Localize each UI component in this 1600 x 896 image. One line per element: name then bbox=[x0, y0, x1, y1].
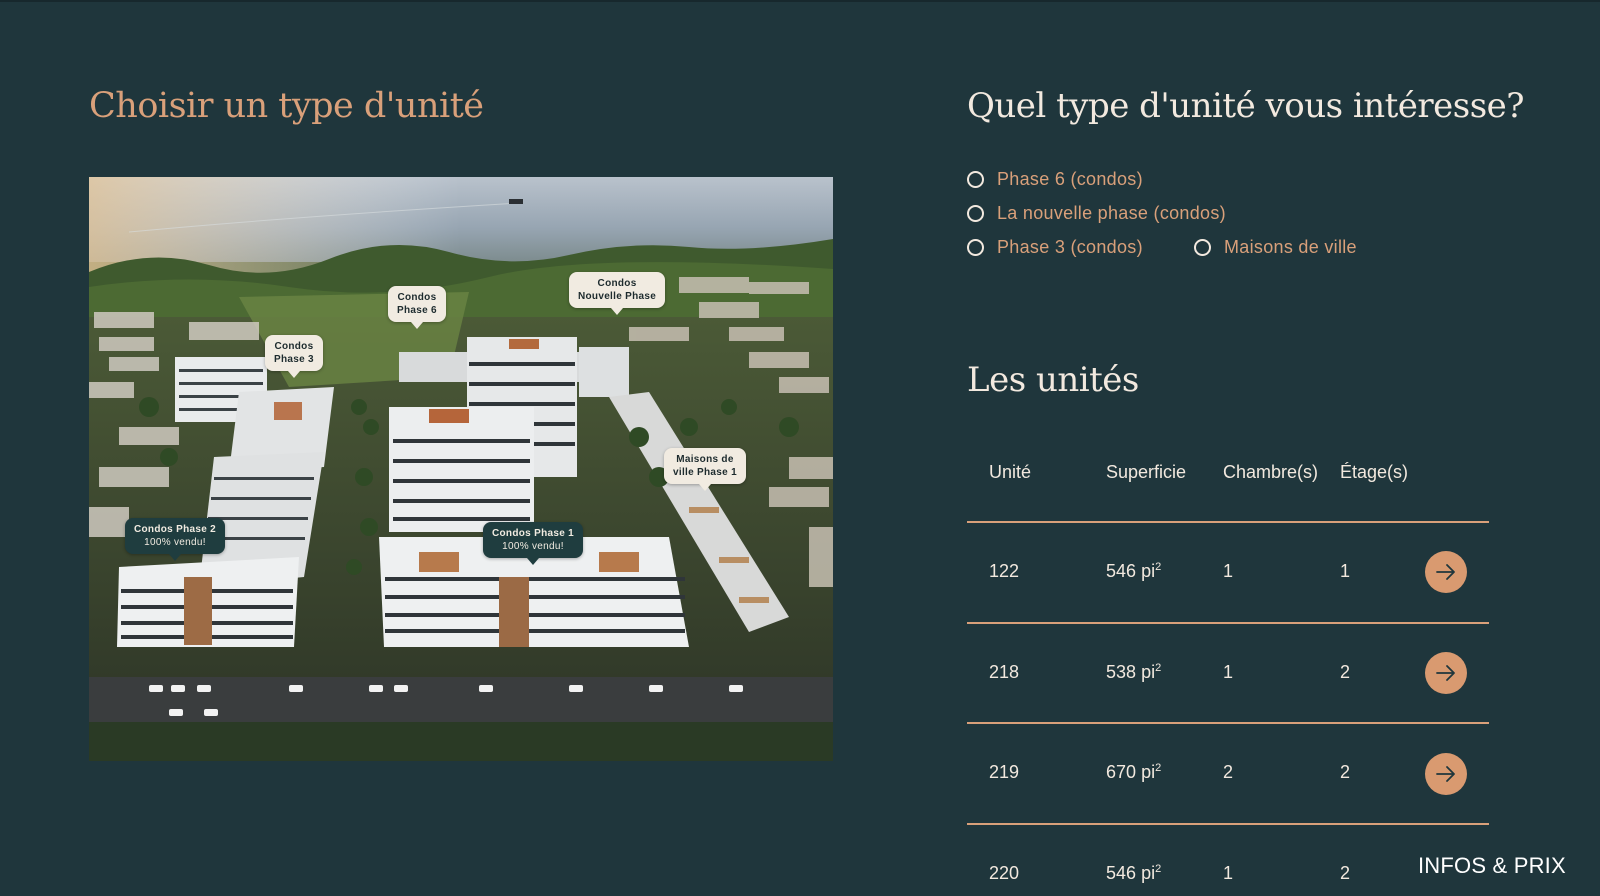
cell-floor: 2 bbox=[1340, 762, 1351, 782]
row-details-button[interactable] bbox=[1425, 551, 1467, 593]
radio-circle-icon[interactable] bbox=[967, 171, 984, 188]
table-divider bbox=[967, 521, 1489, 523]
table-divider bbox=[967, 722, 1489, 724]
cell-area: 538 pi2 bbox=[1106, 662, 1162, 682]
cell-area: 546 pi2 bbox=[1106, 863, 1162, 883]
column-header-floor: Étage(s) bbox=[1340, 462, 1409, 482]
cell-bedrooms: 1 bbox=[1223, 662, 1234, 682]
infos-prix-button[interactable]: INFOS & PRIX bbox=[1418, 853, 1566, 879]
map-label-line: Condos bbox=[597, 278, 637, 289]
radio-label: Phase 6 (condos) bbox=[997, 169, 1143, 189]
cell-area: 546 pi2 bbox=[1106, 561, 1162, 581]
top-border bbox=[0, 0, 1600, 2]
map-label-line: Maisons de bbox=[676, 454, 734, 465]
table-divider bbox=[967, 823, 1489, 825]
radio-label: Maisons de ville bbox=[1224, 237, 1357, 257]
column-header-unit: Unité bbox=[989, 462, 1032, 482]
radio-label: La nouvelle phase (condos) bbox=[997, 203, 1226, 223]
cell-area: 670 pi2 bbox=[1106, 762, 1162, 782]
arrow-right-icon bbox=[1436, 564, 1455, 580]
map-label-sold-out: 100% vendu! bbox=[144, 537, 206, 548]
map-label-phase-1[interactable]: Condos Phase 1 100% vendu! bbox=[483, 522, 583, 565]
radio-option-maisons-de-ville[interactable]: Maisons de ville bbox=[1194, 237, 1357, 258]
map-label-line: Condos bbox=[274, 341, 314, 352]
map-label-phase-2[interactable]: Condos Phase 2 100% vendu! bbox=[125, 518, 225, 561]
arrow-right-icon bbox=[1436, 665, 1455, 681]
cell-floor: 1 bbox=[1340, 561, 1351, 581]
map-label-line: Phase 6 bbox=[397, 305, 437, 316]
map-label-nouvelle-phase[interactable]: Condos Nouvelle Phase bbox=[569, 272, 666, 315]
row-details-button[interactable] bbox=[1425, 753, 1467, 795]
map-label-line: Phase 3 bbox=[274, 354, 314, 365]
cell-unit: 122 bbox=[989, 561, 1020, 581]
cell-unit: 220 bbox=[989, 863, 1020, 883]
cell-floor: 2 bbox=[1340, 662, 1351, 682]
column-header-area: Superficie bbox=[1106, 462, 1187, 482]
map-label-phase-3[interactable]: Condos Phase 3 bbox=[265, 335, 323, 378]
table-divider bbox=[967, 622, 1489, 624]
column-header-bedrooms: Chambre(s) bbox=[1223, 462, 1319, 482]
question-title: Quel type d'unité vous intéresse? bbox=[967, 86, 1525, 126]
map-label-line: Condos Phase 2 bbox=[134, 524, 216, 535]
radio-option-nouvelle-phase[interactable]: La nouvelle phase (condos) bbox=[967, 203, 1226, 224]
cell-bedrooms: 1 bbox=[1223, 863, 1234, 883]
aerial-site-map[interactable]: Condos Phase 6 Condos Nouvelle Phase Con… bbox=[89, 177, 833, 761]
map-label-maisons-de-ville[interactable]: Maisons de ville Phase 1 bbox=[664, 448, 746, 491]
radio-option-phase-3[interactable]: Phase 3 (condos) bbox=[967, 237, 1143, 258]
row-details-button[interactable] bbox=[1425, 652, 1467, 694]
cell-unit: 218 bbox=[989, 662, 1020, 682]
map-label-line: Condos Phase 1 bbox=[492, 528, 574, 539]
radio-circle-icon[interactable] bbox=[967, 205, 984, 222]
cell-unit: 219 bbox=[989, 762, 1020, 782]
map-label-phase-6[interactable]: Condos Phase 6 bbox=[388, 286, 446, 329]
map-label-line: ville Phase 1 bbox=[673, 467, 737, 478]
arrow-right-icon bbox=[1436, 766, 1455, 782]
section-title-choose-unit: Choisir un type d'unité bbox=[89, 86, 484, 126]
cell-bedrooms: 1 bbox=[1223, 561, 1234, 581]
radio-option-phase-6[interactable]: Phase 6 (condos) bbox=[967, 169, 1143, 190]
cell-bedrooms: 2 bbox=[1223, 762, 1234, 782]
radio-label: Phase 3 (condos) bbox=[997, 237, 1143, 257]
radio-circle-icon[interactable] bbox=[1194, 239, 1211, 256]
units-section-title: Les unités bbox=[967, 360, 1139, 400]
cell-floor: 2 bbox=[1340, 863, 1351, 883]
map-label-sold-out: 100% vendu! bbox=[502, 541, 564, 552]
radio-circle-icon[interactable] bbox=[967, 239, 984, 256]
map-label-line: Nouvelle Phase bbox=[578, 291, 657, 302]
map-label-line: Condos bbox=[397, 292, 437, 303]
